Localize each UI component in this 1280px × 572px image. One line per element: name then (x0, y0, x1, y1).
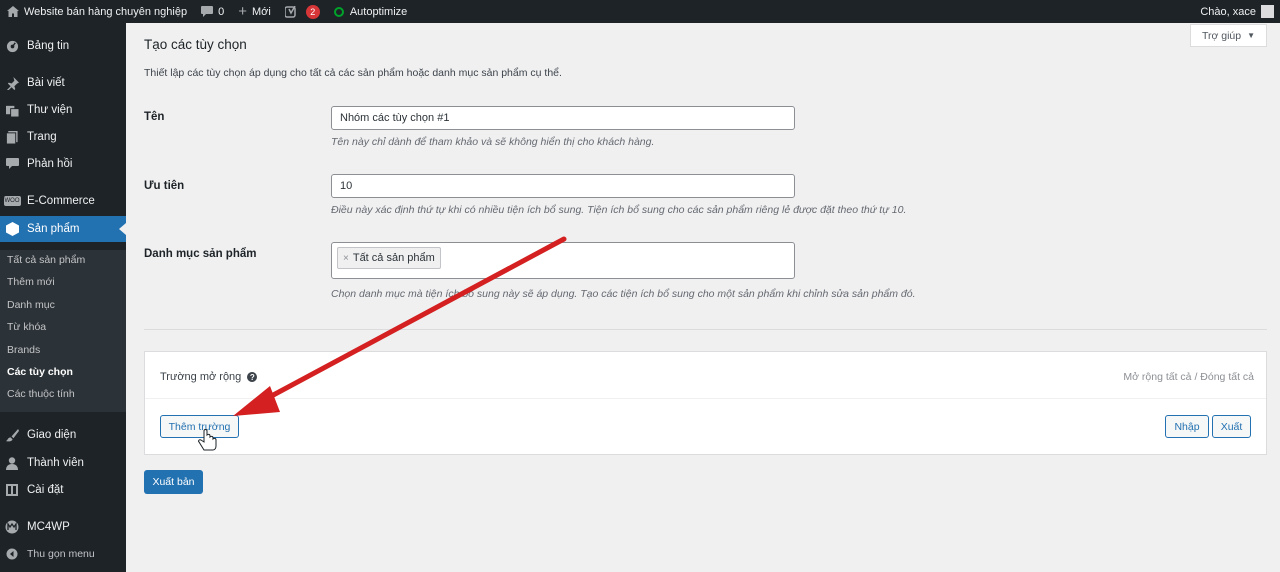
submenu-add-ons[interactable]: Các tùy chọn (7, 366, 73, 378)
category-select[interactable]: × Tất cả sản phẩm (331, 242, 795, 279)
menu-item-media[interactable]: Thư viện (0, 97, 126, 123)
mc4wp-icon (5, 520, 19, 534)
admin-sidebar: Bảng tin Bài viết Thư viện Trang Phản hồ… (0, 23, 126, 572)
menu-item-comments[interactable]: Phản hồi (0, 151, 126, 177)
greeting-text: Chào, xace (1200, 5, 1256, 18)
import-button[interactable]: Nhập (1165, 415, 1209, 438)
new-label: Mới (251, 5, 271, 18)
dashboard-icon (5, 39, 19, 53)
remove-token-icon[interactable]: × (343, 253, 349, 264)
help-label: Trợ giúp (1201, 29, 1242, 42)
user-icon (5, 456, 19, 470)
menu-item-dashboard[interactable]: Bảng tin (0, 33, 126, 59)
export-button[interactable]: Xuất (1212, 415, 1251, 438)
name-label: Tên (144, 111, 165, 123)
pin-icon (5, 76, 19, 90)
submenu-categories[interactable]: Danh mục (7, 299, 55, 311)
yoast-icon (284, 5, 298, 18)
autoptimize-label: Autoptimize (349, 5, 408, 18)
menu-label: MC4WP (27, 521, 70, 533)
menu-item-appearance[interactable]: Giao diện (0, 422, 126, 448)
publish-button[interactable]: Xuất bản (144, 470, 203, 494)
submenu-add-new[interactable]: Thêm mới (7, 276, 55, 288)
menu-label: Giao diện (27, 429, 77, 441)
panel-header: Trường mở rộng ? Mở rộng tất cả / Đóng t… (145, 352, 1266, 399)
name-hint: Tên này chỉ dành để tham khảo và sẽ khôn… (331, 136, 655, 148)
panel-title: Trường mở rộng ? (160, 371, 258, 383)
page-icon (5, 130, 19, 144)
admin-bar: Website bán hàng chuyên nghiệp 0 + Mới 2… (0, 0, 1280, 23)
brush-icon (5, 428, 19, 442)
priority-label: Ưu tiên (144, 180, 185, 192)
autoptimize-link[interactable]: Autoptimize (327, 0, 414, 23)
account-menu[interactable]: Chào, xace (1200, 5, 1280, 18)
site-name-link[interactable]: Website bán hàng chuyên nghiệp (0, 0, 194, 23)
avatar (1261, 5, 1274, 18)
addon-fields-panel: Trường mở rộng ? Mở rộng tất cả / Đóng t… (144, 351, 1267, 455)
menu-item-users[interactable]: Thành viên (0, 450, 126, 476)
menu-label: E-Commerce (27, 195, 95, 207)
add-field-button[interactable]: Thêm trường (160, 415, 239, 438)
priority-field[interactable]: 10 (331, 174, 795, 198)
submenu-brands[interactable]: Brands (7, 344, 40, 356)
name-field[interactable]: Nhóm các tùy chọn #1 (331, 106, 795, 130)
settings-icon (5, 483, 19, 497)
yoast-seo-link[interactable]: 2 (278, 0, 327, 23)
page-description: Thiết lập các tùy chọn áp dụng cho tất c… (144, 67, 562, 79)
menu-label: Cài đặt (27, 484, 64, 496)
status-circle-icon (333, 6, 344, 17)
name-value: Nhóm các tùy chọn #1 (340, 112, 450, 124)
expand-all-link[interactable]: Mở rộng tất cả (1123, 371, 1191, 383)
woo-icon: WOO (3, 196, 21, 206)
plus-icon: + (238, 3, 247, 20)
comments-link[interactable]: 0 (194, 0, 231, 23)
menu-label: Thành viên (27, 457, 84, 469)
menu-item-mc4wp[interactable]: MC4WP (0, 514, 126, 540)
menu-label: Bảng tin (27, 40, 70, 52)
menu-label: Sản phẩm (27, 223, 80, 235)
submenu-tags[interactable]: Từ khóa (7, 321, 46, 333)
collapse-icon (5, 547, 19, 561)
media-icon (5, 103, 19, 117)
comment-bubble-icon (201, 6, 214, 17)
priority-value: 10 (340, 180, 353, 192)
home-icon (7, 6, 19, 17)
site-name: Website bán hàng chuyên nghiệp (24, 5, 188, 18)
category-label: Danh mục sản phẩm (144, 248, 257, 260)
link-separator: / (1194, 371, 1198, 383)
menu-item-products[interactable]: Sản phẩm (0, 216, 126, 242)
menu-item-ecommerce[interactable]: WOO E-Commerce (0, 188, 126, 214)
main-content: Trợ giúp ▼ Tạo các tùy chọn Thiết lập cá… (126, 23, 1280, 572)
panel-title-text: Trường mở rộng (160, 371, 242, 383)
submenu-all-products[interactable]: Tất cả sản phẩm (7, 254, 85, 266)
help-tab-button[interactable]: Trợ giúp ▼ (1190, 24, 1267, 47)
menu-item-posts[interactable]: Bài viết (0, 70, 126, 96)
collapse-menu-button[interactable]: Thu gọn menu (0, 541, 126, 567)
menu-item-settings[interactable]: Cài đặt (0, 477, 126, 503)
category-token: × Tất cả sản phẩm (337, 247, 441, 269)
divider (144, 329, 1267, 330)
submenu-attributes[interactable]: Các thuộc tính (7, 388, 75, 400)
menu-label: Thư viện (27, 104, 73, 116)
product-box-icon (5, 222, 19, 236)
help-question-icon[interactable]: ? (247, 372, 258, 382)
category-token-label: Tất cả sản phẩm (352, 252, 435, 264)
priority-hint: Điều này xác định thứ tự khi có nhiều ti… (331, 204, 907, 216)
new-content-link[interactable]: + Mới (231, 0, 278, 23)
expand-collapse-links: Mở rộng tất cả / Đóng tất cả (1123, 371, 1254, 383)
category-hint: Chọn danh mục mà tiện ích bổ sung này sẽ… (331, 288, 916, 300)
menu-label: Trang (27, 131, 57, 143)
comments-count: 0 (218, 5, 225, 18)
menu-item-pages[interactable]: Trang (0, 124, 126, 150)
menu-label: Phản hồi (27, 158, 73, 170)
menu-label: Thu gọn menu (27, 548, 95, 560)
menu-label: Bài viết (27, 77, 65, 89)
collapse-all-link[interactable]: Đóng tất cả (1200, 371, 1254, 383)
comment-icon (5, 157, 19, 171)
page-title: Tạo các tùy chọn (144, 37, 247, 52)
yoast-notification-badge: 2 (305, 4, 320, 19)
caret-down-icon: ▼ (1247, 31, 1256, 40)
